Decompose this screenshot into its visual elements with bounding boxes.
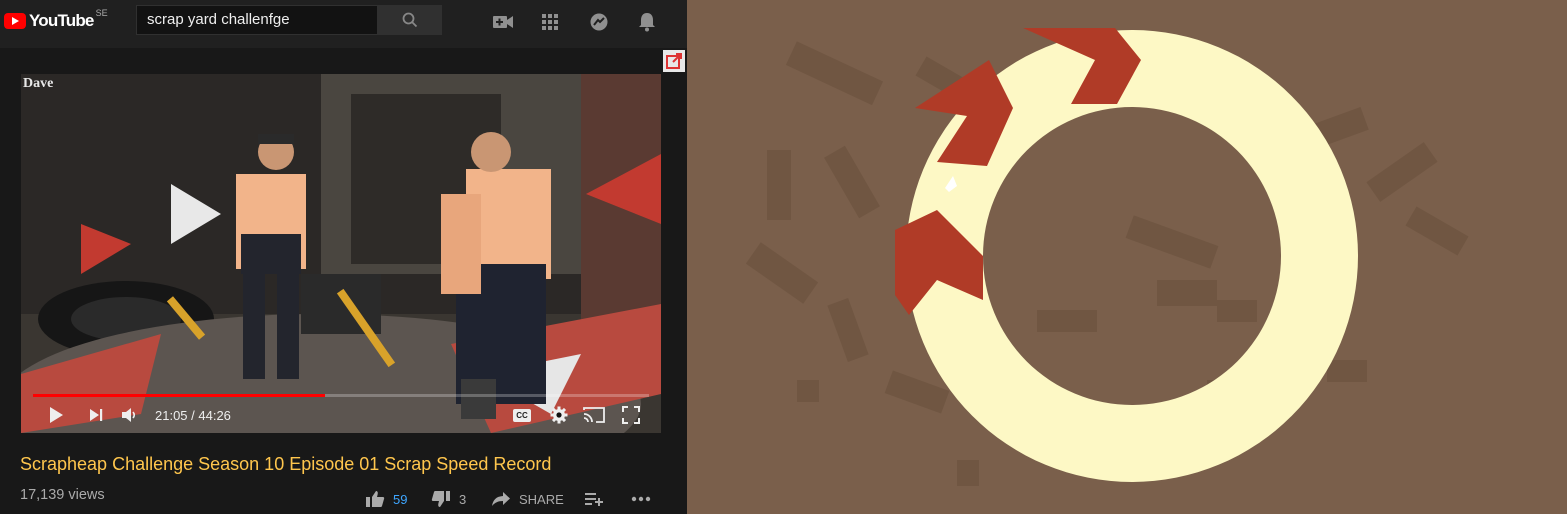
video-player[interactable]: Dave 21:05 / 44:26 CC xyxy=(21,74,661,433)
video-frame xyxy=(21,74,661,433)
logo-text: YouTube xyxy=(29,11,94,30)
youtube-play-logo-icon xyxy=(4,13,26,29)
cast-button[interactable] xyxy=(582,403,606,427)
like-button[interactable]: 59 xyxy=(365,489,407,509)
miniplayer-icon[interactable] xyxy=(663,50,685,72)
video-title[interactable]: Scrapheap Challenge Season 10 Episode 01… xyxy=(20,454,551,475)
dislike-count: 3 xyxy=(459,491,467,507)
search-icon xyxy=(402,12,418,28)
game-panel xyxy=(687,0,1567,514)
channel-watermark: Dave xyxy=(23,76,54,91)
notifications-bell-icon[interactable] xyxy=(635,10,659,34)
progress-ring xyxy=(895,28,1358,482)
create-video-icon[interactable] xyxy=(491,10,515,34)
progress-bar[interactable] xyxy=(33,394,649,397)
play-icon xyxy=(50,407,63,423)
captions-label: CC xyxy=(516,410,528,420)
captions-button[interactable]: CC xyxy=(510,403,534,427)
thumbs-up-icon xyxy=(366,491,385,507)
thumbs-down-icon xyxy=(431,491,450,507)
fullscreen-icon xyxy=(622,406,640,424)
more-icon xyxy=(631,496,651,502)
settings-button[interactable] xyxy=(547,403,571,427)
add-to-playlist-icon xyxy=(585,493,603,506)
next-icon xyxy=(90,409,103,421)
messages-icon[interactable] xyxy=(587,10,611,34)
captions-icon: CC xyxy=(513,408,531,422)
dislike-button[interactable]: 3 xyxy=(431,489,466,509)
volume-button[interactable] xyxy=(119,403,141,427)
next-button[interactable] xyxy=(85,403,107,427)
fullscreen-button[interactable] xyxy=(619,403,643,427)
logo-country-code: SE xyxy=(95,8,108,18)
volume-icon xyxy=(122,408,136,422)
share-icon xyxy=(492,492,510,506)
search-input[interactable]: scrap yard challenfge xyxy=(136,5,378,35)
settings-gear-icon xyxy=(550,406,568,424)
cast-icon xyxy=(583,407,605,423)
time-display: 21:05 / 44:26 xyxy=(155,408,231,423)
play-button[interactable] xyxy=(45,403,67,427)
progress-fill xyxy=(33,394,326,397)
save-to-playlist-button[interactable] xyxy=(585,489,603,509)
share-button[interactable]: SHARE xyxy=(492,489,564,509)
more-actions-button[interactable] xyxy=(631,489,651,509)
like-count: 59 xyxy=(393,491,408,507)
apps-grid-icon[interactable] xyxy=(538,10,562,34)
search-button[interactable] xyxy=(378,5,442,35)
view-count: 17,139 views xyxy=(20,487,105,503)
masthead: YouTube SE scrap yard challenfge xyxy=(0,0,687,48)
share-label: SHARE xyxy=(519,491,564,507)
youtube-logo[interactable]: YouTube SE xyxy=(4,8,108,31)
youtube-window: YouTube SE scrap yard challenfge Dave 21… xyxy=(0,0,687,514)
